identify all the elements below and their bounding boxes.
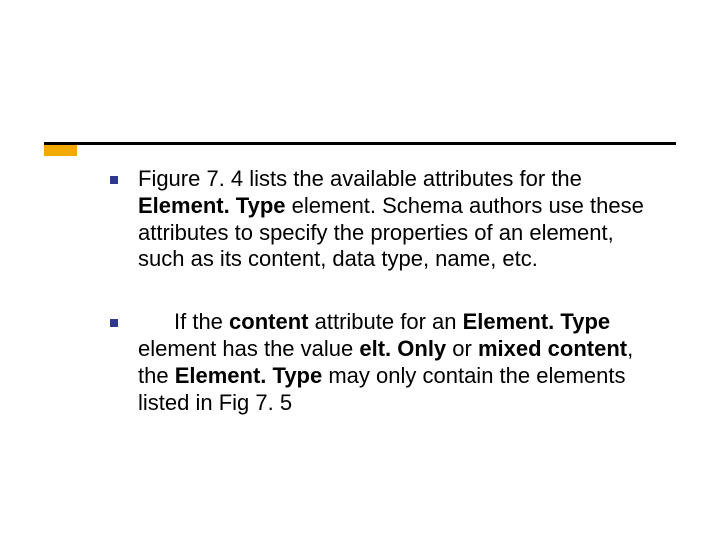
bold-text: Element. Type	[138, 193, 286, 218]
body-text: Figure 7. 4 lists the available attribut…	[138, 166, 582, 191]
body-text: element has the value	[138, 336, 359, 361]
bold-text: content	[229, 309, 308, 334]
square-bullet-icon	[110, 319, 118, 327]
body-text: attribute for an	[309, 309, 463, 334]
bullet-paragraph: If the content attribute for an Element.…	[110, 309, 662, 416]
bold-text: Element. Type	[463, 309, 611, 334]
title-underline	[44, 142, 676, 145]
bold-text: Element. Type	[175, 363, 323, 388]
body-text: If the	[174, 309, 229, 334]
bullet-paragraph: Figure 7. 4 lists the available attribut…	[110, 166, 662, 273]
slide: Figure 7. 4 lists the available attribut…	[0, 0, 720, 540]
square-bullet-icon	[110, 176, 118, 184]
accent-box	[44, 145, 77, 156]
body-text: or	[446, 336, 478, 361]
bold-text: elt. Only	[359, 336, 446, 361]
content-area: Figure 7. 4 lists the available attribut…	[110, 166, 662, 417]
bold-text: mixed content	[478, 336, 627, 361]
